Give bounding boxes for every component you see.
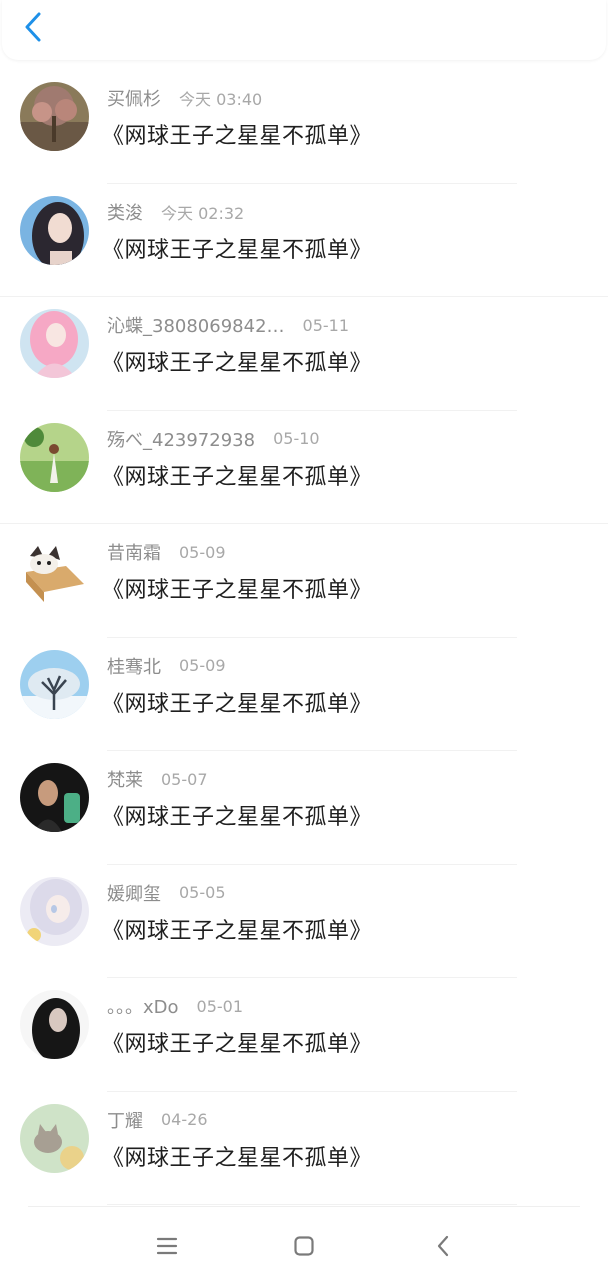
comment-item[interactable]: 殇べ_423972938 05-10 《网球王子之星星不孤单》 [0, 411, 608, 524]
comment-time: 05-07 [161, 769, 208, 789]
comment-text[interactable]: 《网球王子之星星不孤单》 [102, 1140, 372, 1172]
system-back-button[interactable] [426, 1229, 460, 1263]
comment-text[interactable]: 《网球王子之星星不孤单》 [102, 232, 372, 264]
comment-text[interactable]: 《网球王子之星星不孤单》 [102, 686, 372, 718]
comment-time: 05-09 [179, 542, 226, 562]
home-button[interactable] [287, 1229, 321, 1263]
comment-text[interactable]: 《网球王子之星星不孤单》 [102, 799, 372, 831]
comment-text[interactable]: 《网球王子之星星不孤单》 [102, 913, 372, 945]
comment-username[interactable]: 。。。xDo [107, 993, 179, 1019]
comment-username[interactable]: 梵莱 [107, 766, 143, 792]
comment-username[interactable]: 沁蝶_3808069842… [107, 312, 285, 338]
comment-username[interactable]: 昔南霜 [107, 539, 161, 565]
comment-text[interactable]: 《网球王子之星星不孤单》 [102, 572, 372, 604]
menu-button[interactable] [150, 1229, 184, 1263]
girl-avatar-icon[interactable] [20, 195, 89, 265]
comment-time: 05-09 [179, 656, 226, 675]
comment-text[interactable]: 《网球王子之星星不孤单》 [102, 345, 372, 377]
comment-item[interactable]: 媛卿玺 05-05 《网球王子之星星不孤单》 [0, 865, 608, 978]
meadow-girl-avatar-icon[interactable] [20, 422, 89, 492]
comment-username[interactable]: 殇べ_423972938 [107, 426, 255, 452]
comment-time: 05-11 [302, 315, 350, 335]
comment-username[interactable]: 丁耀 [107, 1107, 143, 1133]
comment-text[interactable]: 《网球王子之星星不孤单》 [102, 118, 372, 150]
menu-icon [156, 1237, 178, 1255]
back-triangle-icon [437, 1235, 449, 1257]
anime-girl-avatar-icon[interactable] [20, 309, 89, 378]
comment-time: 今天 02:32 [161, 203, 245, 223]
comment-text[interactable]: 《网球王子之星星不孤单》 [102, 1026, 372, 1058]
cat-in-box-avatar-icon[interactable] [20, 536, 89, 605]
comment-item[interactable]: 沁蝶_3808069842… 05-11 《网球王子之星星不孤单》 [0, 297, 608, 411]
comment-time: 今天 03:40 [179, 90, 263, 109]
comment-time: 05-05 [179, 883, 226, 902]
cat-watercolor-avatar-icon[interactable] [20, 1103, 89, 1173]
top-bar [2, 0, 606, 60]
comment-username[interactable]: 买佩杉 [107, 85, 161, 111]
comment-time: 05-01 [196, 996, 244, 1016]
comment-username[interactable]: 媛卿玺 [107, 880, 161, 906]
system-nav-bar [28, 1206, 580, 1281]
home-square-icon [294, 1236, 314, 1256]
comment-list: 买佩杉 今天 03:40 《网球王子之星星不孤单》 类浚 今天 02:32 《网… [0, 70, 608, 1205]
comment-username[interactable]: 桂骞北 [107, 653, 161, 679]
comment-item[interactable]: 桂骞北 05-09 《网球王子之星星不孤单》 [0, 638, 608, 751]
white-hair-anime-avatar-icon[interactable] [20, 876, 89, 946]
comment-item[interactable]: 梵莱 05-07 《网球王子之星星不孤单》 [0, 751, 608, 865]
dark-portrait-avatar-icon[interactable] [20, 763, 89, 832]
comment-item[interactable]: 丁耀 04-26 《网球王子之星星不孤单》 [0, 1092, 608, 1205]
comment-item[interactable]: 买佩杉 今天 03:40 《网球王子之星星不孤单》 [0, 70, 608, 184]
chevron-left-icon [25, 12, 41, 42]
comment-item[interactable]: 类浚 今天 02:32 《网球王子之星星不孤单》 [0, 184, 608, 297]
back-button[interactable] [16, 9, 52, 45]
snow-tree-avatar-icon[interactable] [20, 649, 89, 719]
black-hair-girl-avatar-icon[interactable] [20, 990, 89, 1059]
tree-avatar-icon[interactable] [20, 82, 89, 151]
comment-item[interactable]: 昔南霜 05-09 《网球王子之星星不孤单》 [0, 524, 608, 638]
row-divider [107, 1204, 517, 1205]
comment-item[interactable]: 。。。xDo 05-01 《网球王子之星星不孤单》 [0, 978, 608, 1092]
comment-text[interactable]: 《网球王子之星星不孤单》 [102, 459, 372, 491]
comment-time: 04-26 [161, 1110, 208, 1129]
comment-username[interactable]: 类浚 [107, 199, 143, 225]
comment-time: 05-10 [273, 429, 320, 448]
